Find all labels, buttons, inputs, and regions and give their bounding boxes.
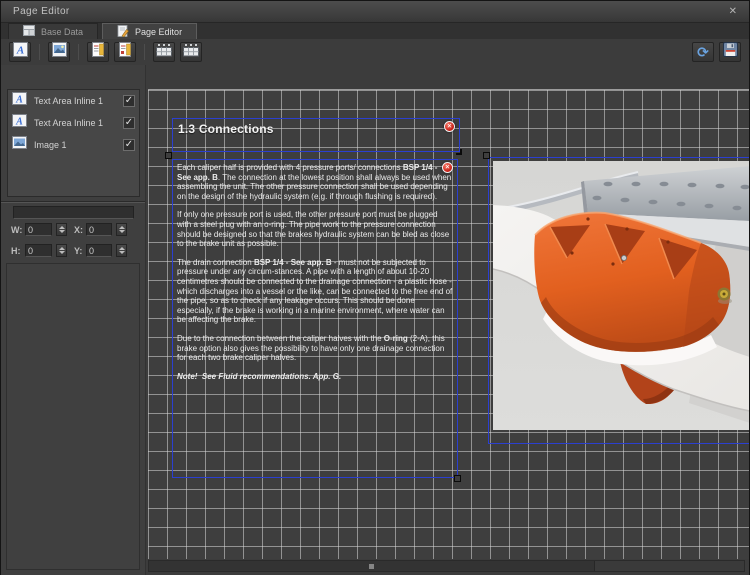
layers-panel: A Text Area Inline 1 ✓ A Text Area Inlin… — [7, 89, 140, 197]
layer-item-image-1[interactable]: Image 1 ✓ — [8, 134, 139, 156]
scrollbar-grip-icon — [369, 564, 374, 569]
text-area-icon: A — [12, 92, 27, 110]
tab-page-editor[interactable]: Page Editor — [102, 23, 197, 39]
stepper-down-icon[interactable] — [59, 251, 65, 254]
window-close-button[interactable]: ✕ — [729, 6, 737, 17]
table-tool-button-2[interactable] — [180, 42, 202, 62]
stepper-up-icon[interactable] — [119, 226, 125, 229]
heading-text-block[interactable]: 1.3 Connections ✕ — [172, 118, 460, 152]
page-heading: 1.3 Connections — [178, 122, 274, 136]
stepper-down-icon[interactable] — [119, 251, 125, 254]
scrollbar-thumb[interactable] — [149, 561, 595, 571]
x-input[interactable] — [86, 223, 112, 236]
stepper-up-icon[interactable] — [59, 247, 65, 250]
y-label: Y: — [74, 246, 82, 256]
text-tool-icon: A — [13, 42, 28, 62]
stepper-down-icon[interactable] — [119, 230, 125, 233]
image-tool-icon — [52, 42, 67, 62]
body-text: Each caliper half is provided with 4 pre… — [177, 163, 453, 390]
tab-label: Page Editor — [135, 27, 182, 37]
table-tool-icon — [183, 43, 199, 62]
sidebar: A Text Area Inline 1 ✓ A Text Area Inlin… — [1, 65, 146, 575]
width-input[interactable] — [25, 223, 52, 236]
image-tool-button[interactable] — [48, 42, 70, 62]
svg-text:A: A — [15, 117, 23, 128]
toolbar: A — [1, 39, 749, 65]
image-icon — [12, 136, 27, 154]
text-paragraph: Due to the connection between the calipe… — [177, 334, 453, 363]
document-template-icon — [91, 42, 106, 62]
refresh-button[interactable]: ⟳ — [692, 42, 714, 62]
body-text-block[interactable]: Each caliper half is provided with 4 pre… — [172, 159, 458, 478]
x-label: X: — [74, 225, 83, 235]
document-template-tool-button-2[interactable] — [114, 42, 136, 62]
delete-block-button[interactable]: ✕ — [442, 162, 453, 173]
layer-checkbox[interactable]: ✓ — [123, 95, 135, 107]
save-button[interactable] — [719, 42, 741, 62]
layer-label: Text Area Inline 1 — [34, 96, 116, 106]
save-icon — [723, 42, 738, 62]
resize-corner-mark[interactable] — [456, 149, 462, 155]
layer-item-text-area-1[interactable]: A Text Area Inline 1 ✓ — [8, 90, 139, 112]
height-stepper[interactable] — [56, 244, 67, 257]
layer-label: Text Area Inline 1 — [34, 118, 116, 128]
text-area-icon: A — [12, 114, 27, 132]
tab-base-data[interactable]: Base Data — [8, 23, 98, 39]
text-paragraph: Each caliper half is provided with 4 pre… — [177, 163, 453, 201]
height-label: H: — [11, 246, 21, 256]
delete-block-button[interactable]: ✕ — [444, 121, 455, 132]
resize-handle-top-left[interactable] — [483, 152, 490, 159]
text-paragraph: The drain connection BSP 1/4 - See app. … — [177, 258, 453, 325]
resize-handle-bottom-right[interactable] — [454, 475, 461, 482]
sidebar-divider — [1, 201, 145, 203]
table-tool-icon — [156, 43, 172, 62]
sidebar-empty-panel — [6, 263, 140, 570]
element-name-input[interactable] — [13, 206, 134, 219]
document-template-icon — [118, 42, 133, 62]
page-editor-window: Page Editor ✕ Base Data Page Editor A — [0, 0, 750, 575]
toolbar-separator — [39, 44, 40, 60]
size-row: W: X: — [1, 223, 146, 237]
horizontal-scrollbar[interactable] — [148, 560, 745, 572]
page-canvas[interactable]: 1.3 Connections ✕ Each caliper half is p… — [148, 89, 749, 559]
y-stepper[interactable] — [116, 244, 127, 257]
text-area-tool-button[interactable]: A — [9, 42, 31, 62]
layer-label: Image 1 — [34, 140, 116, 150]
svg-text:A: A — [15, 95, 23, 106]
canvas-wrap: 1.3 Connections ✕ Each caliper half is p… — [146, 65, 749, 575]
tab-label: Base Data — [41, 27, 83, 37]
layer-item-text-area-2[interactable]: A Text Area Inline 1 ✓ — [8, 112, 139, 134]
image-block[interactable] — [488, 157, 749, 444]
brake-caliper-image — [493, 161, 749, 430]
stepper-up-icon[interactable] — [59, 226, 65, 229]
page-editor-icon — [117, 25, 129, 39]
window-title: Page Editor — [13, 6, 70, 17]
titlebar: Page Editor ✕ — [1, 1, 749, 23]
base-data-icon — [23, 25, 35, 38]
width-stepper[interactable] — [56, 223, 67, 236]
toolbar-separator — [144, 44, 145, 60]
table-tool-button-1[interactable] — [153, 42, 175, 62]
stepper-down-icon[interactable] — [59, 230, 65, 233]
refresh-icon: ⟳ — [697, 45, 709, 59]
x-stepper[interactable] — [116, 223, 127, 236]
stepper-up-icon[interactable] — [119, 247, 125, 250]
height-input[interactable] — [25, 244, 52, 257]
text-paragraph: Note! See Fluid recommendations. App. G. — [177, 372, 453, 382]
document-template-tool-button-1[interactable] — [87, 42, 109, 62]
y-input[interactable] — [86, 244, 112, 257]
layer-checkbox[interactable]: ✓ — [123, 139, 135, 151]
toolbar-separator — [78, 44, 79, 60]
resize-handle-top-left[interactable] — [165, 152, 172, 159]
text-paragraph: If only one pressure port is used, the o… — [177, 210, 453, 248]
svg-text:A: A — [15, 45, 23, 57]
tab-bar: Base Data Page Editor — [1, 23, 749, 39]
position-row: H: Y: — [1, 244, 146, 258]
layer-checkbox[interactable]: ✓ — [123, 117, 135, 129]
main-area: A Text Area Inline 1 ✓ A Text Area Inlin… — [1, 65, 749, 575]
width-label: W: — [11, 225, 22, 235]
